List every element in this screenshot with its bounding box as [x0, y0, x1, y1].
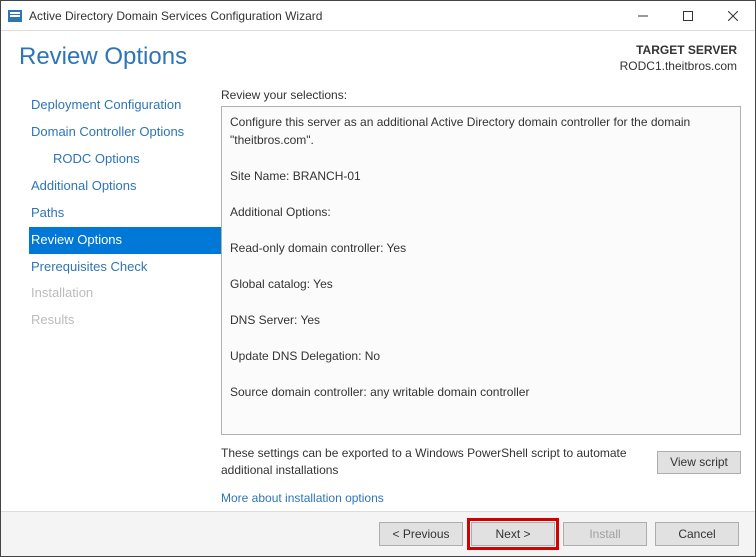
target-server-value: RODC1.theitbros.com	[620, 59, 737, 75]
titlebar: Active Directory Domain Services Configu…	[1, 1, 755, 31]
target-server: TARGET SERVER RODC1.theitbros.com	[620, 43, 737, 74]
wizard-footer: < Previous Next > Install Cancel	[1, 511, 755, 556]
content-area: Deployment Configuration Domain Controll…	[1, 78, 755, 511]
app-icon	[7, 8, 23, 24]
window-title: Active Directory Domain Services Configu…	[29, 9, 620, 23]
target-server-label: TARGET SERVER	[620, 43, 737, 59]
minimize-button[interactable]	[620, 1, 665, 31]
more-about-link[interactable]: More about installation options	[221, 491, 741, 505]
nav-prerequisites-check[interactable]: Prerequisites Check	[29, 254, 221, 281]
nav-rodc-options[interactable]: RODC Options	[29, 146, 221, 173]
nav-review-options[interactable]: Review Options	[29, 227, 221, 254]
nav-results: Results	[29, 307, 221, 334]
export-hint-text: These settings can be exported to a Wind…	[221, 445, 645, 479]
nav-deployment-configuration[interactable]: Deployment Configuration	[29, 92, 221, 119]
install-button: Install	[563, 522, 647, 546]
nav-paths[interactable]: Paths	[29, 200, 221, 227]
next-button[interactable]: Next >	[471, 522, 555, 546]
page-title: Review Options	[19, 43, 187, 71]
export-row: These settings can be exported to a Wind…	[221, 445, 741, 479]
review-selections-label: Review your selections:	[221, 88, 741, 102]
main-panel: Review your selections: Configure this s…	[221, 84, 741, 505]
maximize-button[interactable]	[665, 1, 710, 31]
cancel-button[interactable]: Cancel	[655, 522, 739, 546]
page-header: Review Options TARGET SERVER RODC1.theit…	[1, 31, 755, 78]
previous-button[interactable]: < Previous	[379, 522, 463, 546]
view-script-button[interactable]: View script	[657, 451, 741, 474]
nav-installation: Installation	[29, 280, 221, 307]
wizard-nav: Deployment Configuration Domain Controll…	[7, 84, 221, 505]
close-button[interactable]	[710, 1, 755, 31]
review-textbox[interactable]: Configure this server as an additional A…	[221, 106, 741, 435]
nav-domain-controller-options[interactable]: Domain Controller Options	[29, 119, 221, 146]
nav-additional-options[interactable]: Additional Options	[29, 173, 221, 200]
